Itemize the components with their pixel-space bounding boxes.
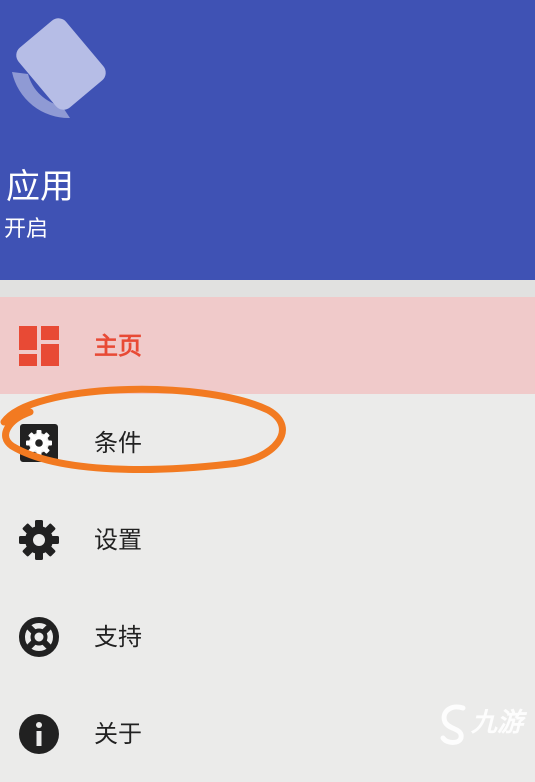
menu-item-label: 设置 bbox=[94, 525, 142, 554]
menu-item-support[interactable]: 支持 bbox=[0, 588, 535, 685]
menu-item-label: 支持 bbox=[94, 622, 142, 651]
menu-item-about[interactable]: 关于 bbox=[0, 685, 535, 782]
gear-box-icon bbox=[18, 422, 60, 464]
menu-item-label: 条件 bbox=[94, 428, 142, 457]
menu-item-settings[interactable]: 设置 bbox=[0, 491, 535, 588]
nav-menu: 主页 条件 设置 支持 关于 bbox=[0, 297, 535, 755]
menu-item-label: 关于 bbox=[94, 719, 142, 748]
info-icon bbox=[18, 713, 60, 755]
app-title: 应用 bbox=[6, 167, 74, 207]
menu-item-conditions[interactable]: 条件 bbox=[0, 394, 535, 491]
app-header: 应用 开启 bbox=[0, 0, 535, 280]
menu-item-label: 主页 bbox=[94, 331, 142, 360]
app-status: 开启 bbox=[4, 217, 49, 242]
header-divider bbox=[0, 280, 535, 297]
app-logo-icon bbox=[12, 18, 106, 119]
dashboard-icon bbox=[18, 325, 60, 367]
lifebuoy-icon bbox=[18, 616, 60, 658]
menu-item-home[interactable]: 主页 bbox=[0, 297, 535, 394]
gear-icon bbox=[18, 519, 60, 561]
